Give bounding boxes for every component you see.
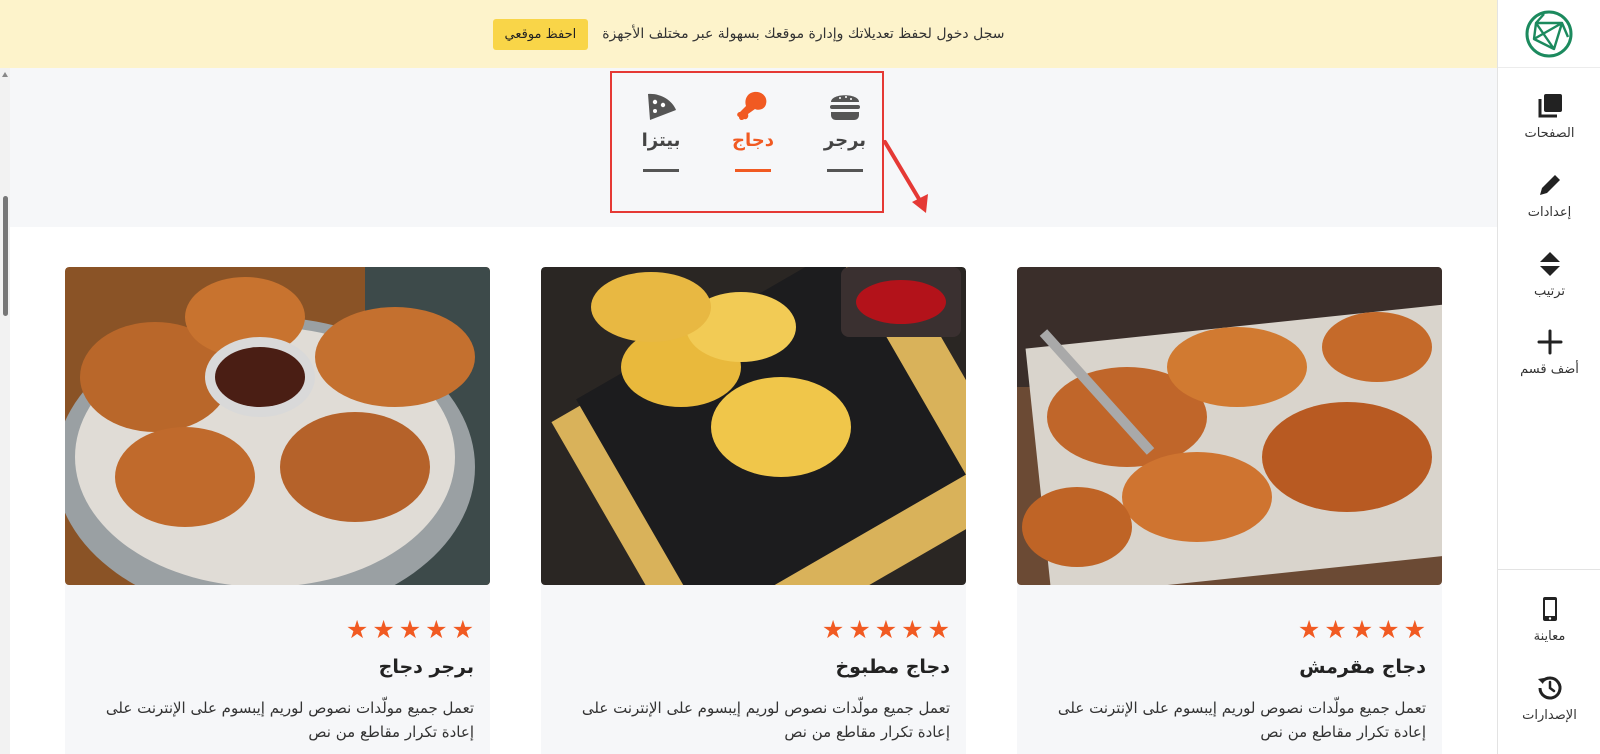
sidebar-item-versions[interactable]: الإصدارات xyxy=(1498,674,1600,723)
annotation-arrow-icon xyxy=(883,140,928,213)
logo[interactable] xyxy=(1498,0,1600,68)
crispy-chicken-photo xyxy=(1017,267,1442,585)
star-icon: ★ xyxy=(425,615,448,644)
card-title: برجر دجاج xyxy=(378,656,474,678)
star-icon: ★ xyxy=(821,615,845,644)
star-icon: ★ xyxy=(927,615,950,644)
sidebar-item-label: إعدادات xyxy=(1527,205,1572,220)
sidebar-item-pages[interactable]: الصفحات xyxy=(1498,92,1600,141)
rating-stars: ★ ★ ★ ★ ★ xyxy=(541,585,966,642)
scrollbar-thumb[interactable] xyxy=(3,196,8,316)
star-icon: ★ xyxy=(1403,615,1426,644)
card-title: دجاج مقرمش xyxy=(1299,656,1426,678)
sort-icon xyxy=(1539,252,1560,276)
product-card[interactable]: ★ ★ ★ ★ ★ برجر دجاج تعمل جميع مولّدات نصوص ل… xyxy=(65,267,490,754)
star-icon: ★ xyxy=(451,615,474,644)
builder-sidebar: الصفحات إعدادات ترتيب أضف قسم معاينة الإ… xyxy=(1497,0,1600,754)
star-icon: ★ xyxy=(1377,615,1400,644)
website-builder: سجل دخول لحفظ تعديلاتك وإدارة موقعك بسهو… xyxy=(0,0,1600,754)
product-card[interactable]: ★ ★ ★ ★ ★ دجاج مقرمش تعمل جميع مولّدات نصوص … xyxy=(1017,267,1442,754)
sidebar-item-add-section[interactable]: أضف قسم xyxy=(1498,328,1600,377)
star-icon: ★ xyxy=(1297,615,1321,644)
pencil-icon xyxy=(1539,175,1560,195)
cooked-chicken-photo xyxy=(541,267,966,585)
notice-message: سجل دخول لحفظ تعديلاتك وإدارة موقعك بسهو… xyxy=(602,26,1005,42)
star-icon: ★ xyxy=(901,615,924,644)
sidebar-item-label: ترتيب xyxy=(1533,284,1566,299)
card-description-line: تعمل جميع مولّدات نصوص لوريم إيبسوم على … xyxy=(1057,699,1426,717)
product-card[interactable]: ★ ★ ★ ★ ★ دجاج مطبوخ تعمل جميع مولّدات نصوص … xyxy=(541,267,966,754)
star-icon: ★ xyxy=(848,615,871,644)
card-description: تعمل جميع مولّدات نصوص لوريم إيبسوم على … xyxy=(541,678,966,744)
sidebar-item-sort[interactable]: ترتيب xyxy=(1498,250,1600,299)
history-icon xyxy=(1537,676,1561,700)
save-site-button[interactable]: احفظ موقعي xyxy=(492,18,589,50)
star-icon: ★ xyxy=(874,615,898,644)
rating-stars: ★ ★ ★ ★ ★ xyxy=(65,585,490,642)
plus-icon xyxy=(1537,329,1562,355)
star-icon: ★ xyxy=(1350,615,1374,644)
sidebar-item-settings[interactable]: إعدادات xyxy=(1498,171,1600,220)
card-description: تعمل جميع مولّدات نصوص لوريم إيبسوم على … xyxy=(1017,678,1442,744)
card-description-line: تعمل جميع مولّدات نصوص لوريم إيبسوم على … xyxy=(581,699,950,717)
star-icon: ★ xyxy=(398,615,422,644)
rating-stars: ★ ★ ★ ★ ★ xyxy=(1017,585,1442,642)
highlight-box xyxy=(610,71,884,213)
card-description-line: إعادة تكرار مقاطع من نص xyxy=(308,723,474,741)
card-title: دجاج مطبوخ xyxy=(835,656,950,678)
pages-icon xyxy=(1538,94,1562,118)
sidebar-item-preview[interactable]: معاينة xyxy=(1498,595,1600,644)
sidebar-item-label: الصفحات xyxy=(1524,126,1575,141)
star-icon: ★ xyxy=(1324,615,1347,644)
mobile-icon xyxy=(1542,597,1557,621)
sidebar-item-label: معاينة xyxy=(1533,629,1566,644)
scrollbar[interactable] xyxy=(0,68,10,754)
star-icon: ★ xyxy=(345,615,369,644)
card-description-line: إعادة تكرار مقاطع من نص xyxy=(1260,723,1426,741)
login-notice-bar: سجل دخول لحفظ تعديلاتك وإدارة موقعك بسهو… xyxy=(0,0,1497,68)
star-icon: ★ xyxy=(372,615,395,644)
sidebar-item-label: أضف قسم xyxy=(1520,362,1579,377)
sidebar-item-label: الإصدارات xyxy=(1522,708,1577,723)
logo-icon xyxy=(1525,10,1573,57)
card-description-line: تعمل جميع مولّدات نصوص لوريم إيبسوم على … xyxy=(105,699,474,717)
card-description-line: إعادة تكرار مقاطع من نص xyxy=(784,723,950,741)
scroll-up-arrow-icon[interactable] xyxy=(2,72,8,77)
sidebar-divider xyxy=(1498,569,1600,570)
chicken-burger-photo xyxy=(65,267,490,585)
card-description: تعمل جميع مولّدات نصوص لوريم إيبسوم على … xyxy=(65,678,490,744)
